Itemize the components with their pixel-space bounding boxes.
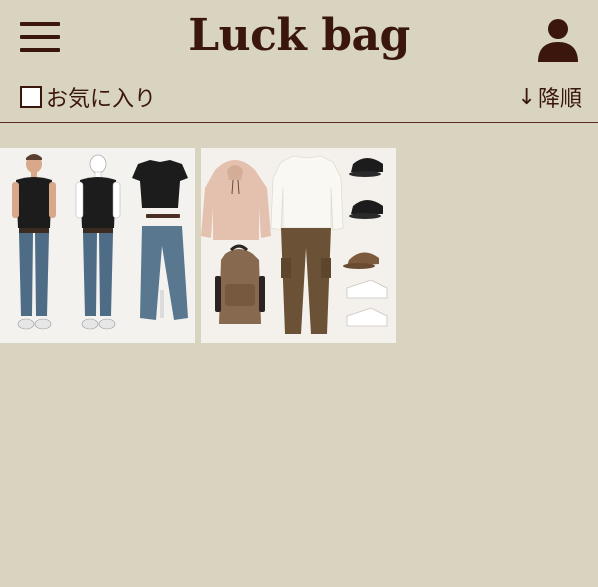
sort-order-button[interactable]: ↓ 降順	[517, 82, 582, 113]
app-title: Luck bag	[188, 10, 410, 61]
header-divider	[0, 122, 598, 123]
sort-label: 降順	[537, 87, 582, 112]
product-card[interactable]	[201, 148, 396, 343]
app-header: Luck bag	[0, 0, 598, 80]
product-card[interactable]	[0, 148, 195, 343]
user-icon	[538, 19, 578, 62]
account-button[interactable]	[534, 16, 582, 64]
product-image	[0, 148, 195, 343]
favorite-checkbox[interactable]	[20, 86, 42, 108]
favorite-filter[interactable]: お気に入り	[20, 82, 156, 112]
product-image	[201, 148, 396, 343]
arrow-down-icon: ↓	[517, 84, 536, 110]
favorite-label: お気に入り	[46, 87, 157, 112]
filter-bar: お気に入り ↓ 降順	[0, 80, 598, 118]
